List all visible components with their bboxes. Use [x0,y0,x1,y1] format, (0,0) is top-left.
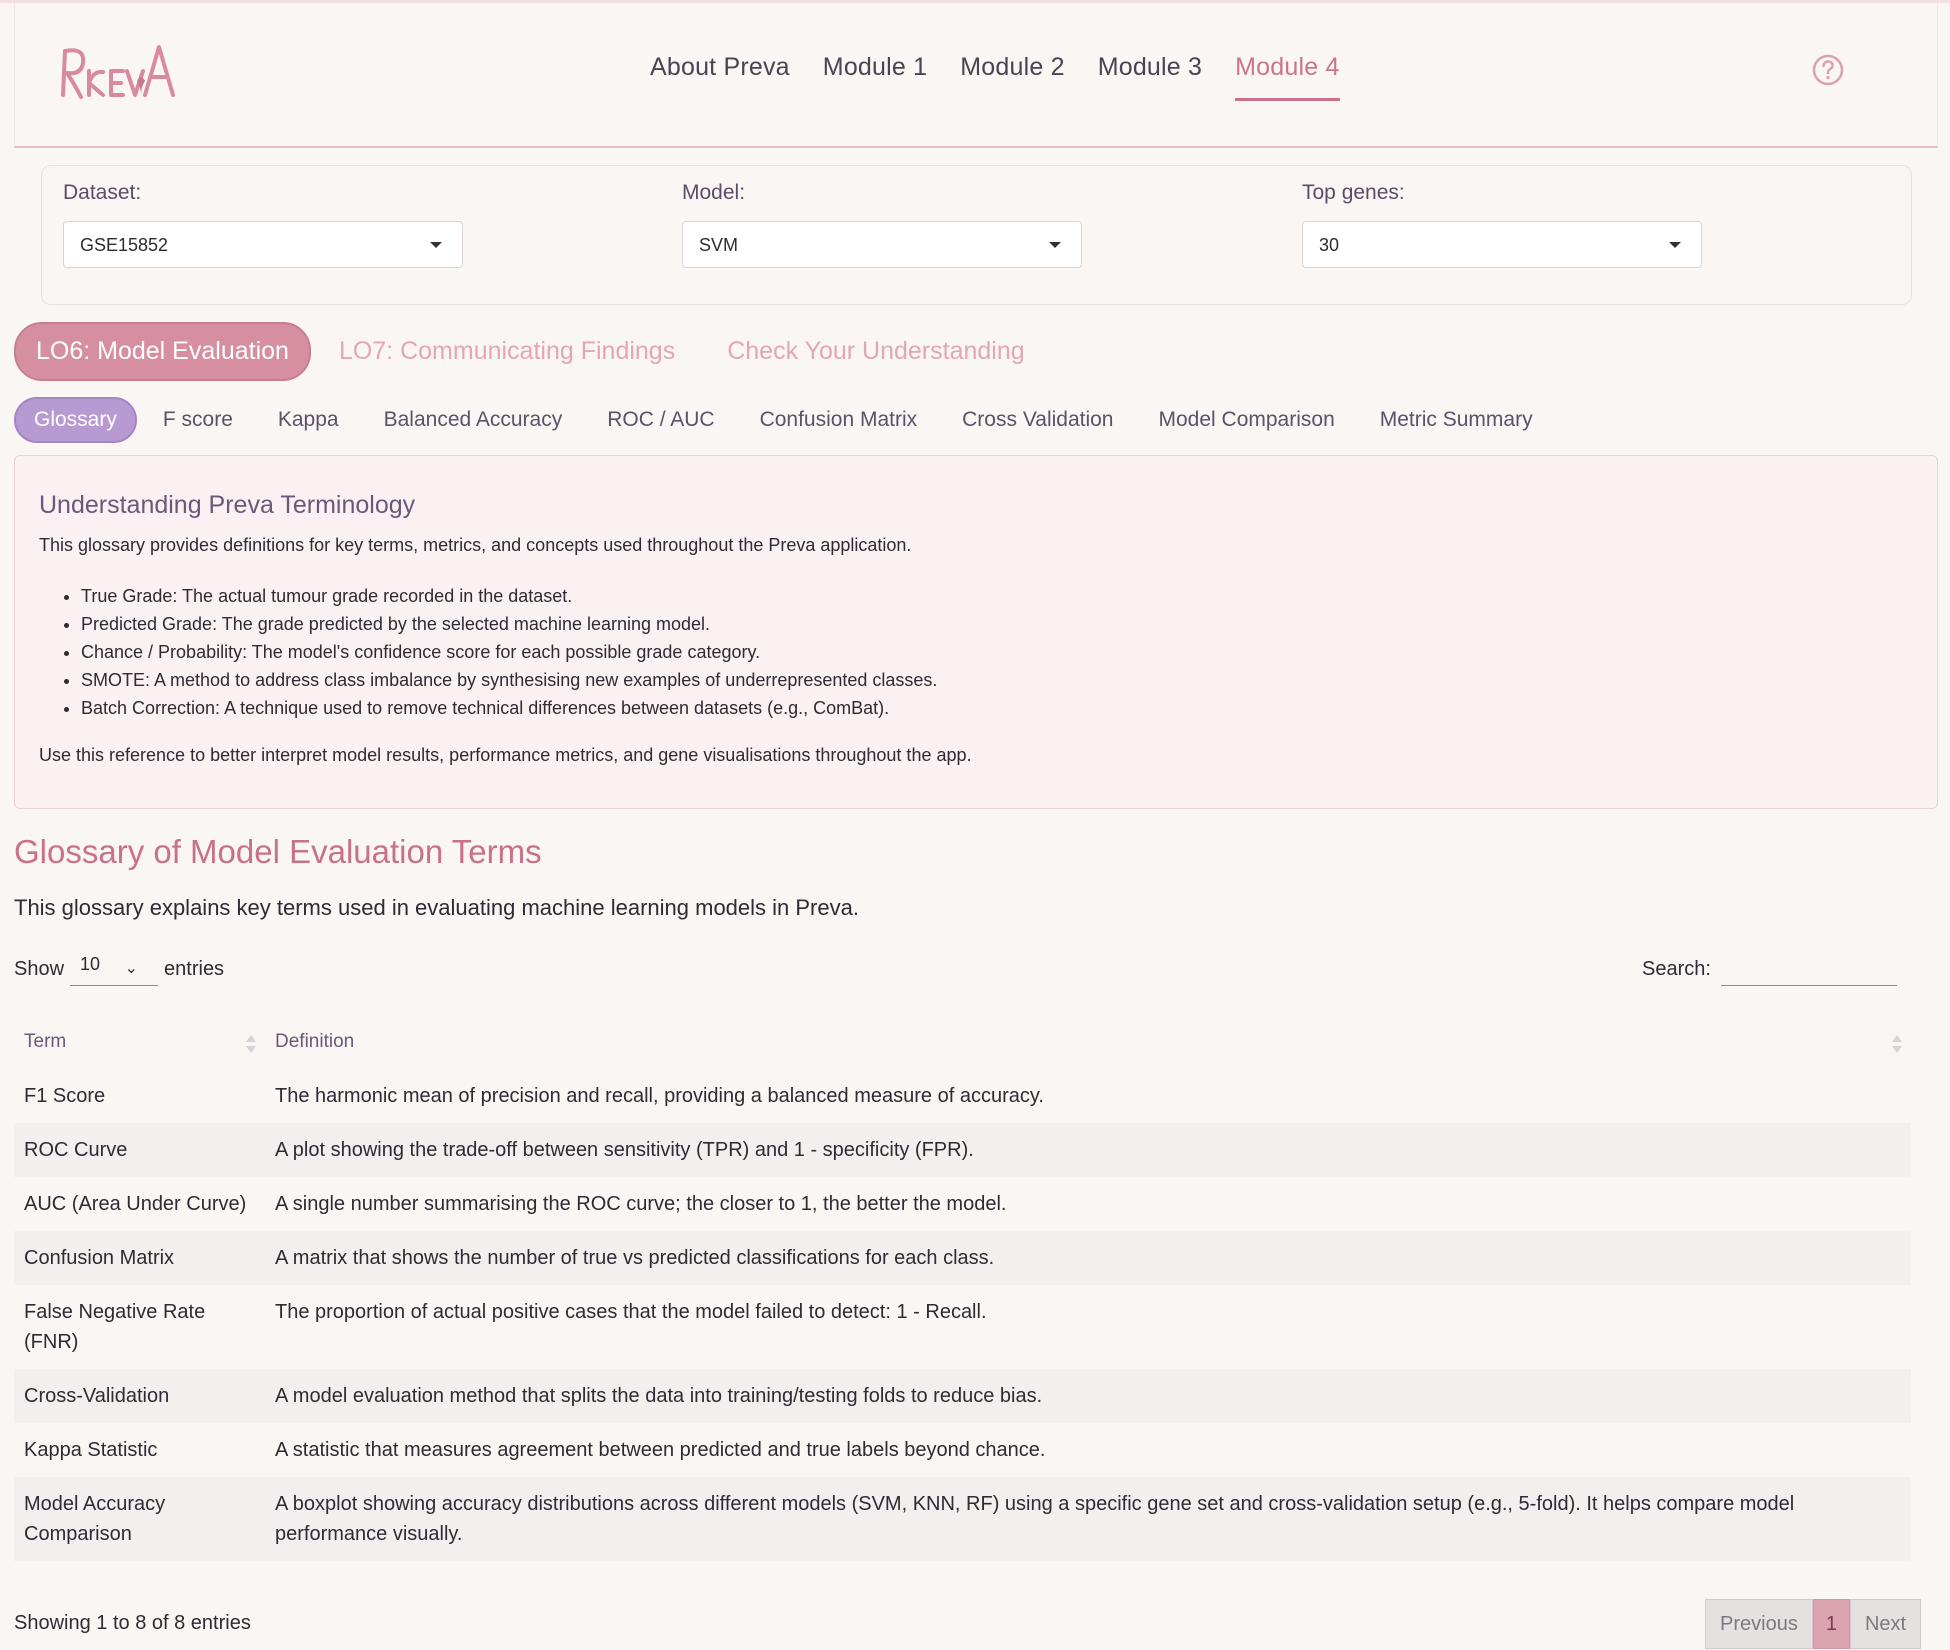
tab-cross-validation[interactable]: Cross Validation [962,408,1113,432]
list-item: Predicted Grade: The grade predicted by … [81,610,937,638]
glossary-description: This glossary explains key terms used in… [14,895,859,920]
tab-confusion-matrix[interactable]: Confusion Matrix [760,408,918,432]
term-header-label: Term [24,1031,67,1052]
term-column-header[interactable]: Term [14,1025,265,1069]
definition-cell: A plot showing the trade-off between sen… [265,1123,1911,1177]
list-item: Batch Correction: A technique used to re… [81,694,937,722]
terminology-panel: Understanding Preva Terminology This glo… [14,455,1938,809]
top-genes-value: 30 [1319,235,1340,255]
term-cell: Confusion Matrix [14,1231,265,1285]
table-row: Cross-Validation A model evaluation meth… [14,1369,1911,1423]
tab-metric-summary[interactable]: Metric Summary [1380,408,1533,432]
table-row: Model Accuracy Comparison A boxplot show… [14,1477,1911,1561]
model-value: SVM [699,235,739,255]
definition-column-header[interactable]: Definition [265,1025,1911,1069]
list-item: True Grade: The actual tumour grade reco… [81,582,937,610]
term-cell: AUC (Area Under Curve) [14,1177,265,1231]
entries-length-control: Show 10 ⌄ entries [14,952,224,986]
definition-cell: A boxplot showing accuracy distributions… [265,1477,1911,1561]
top-genes-select[interactable]: 30 [1302,221,1702,268]
sort-icon [246,1035,256,1053]
entries-value: 10 [80,954,101,974]
list-item: SMOTE: A method to address class imbalan… [81,666,937,694]
main-nav: About Preva Module 1 Module 2 Module 3 M… [650,53,1340,101]
list-item: Chance / Probability: The model's confid… [81,638,937,666]
caret-down-icon [1669,242,1681,248]
terminology-list: True Grade: The actual tumour grade reco… [81,582,937,722]
sort-icon [1892,1035,1902,1053]
definition-cell: A single number summarising the ROC curv… [265,1177,1911,1231]
tab-lo7-communicating-findings[interactable]: LO7: Communicating Findings [339,337,675,366]
app-header: About Preva Module 1 Module 2 Module 3 M… [14,3,1938,148]
nav-about-preva[interactable]: About Preva [650,53,790,101]
table-row: ROC Curve A plot showing the trade-off b… [14,1123,1911,1177]
definition-cell: A model evaluation method that splits th… [265,1369,1911,1423]
tab-roc-auc[interactable]: ROC / AUC [607,408,714,432]
top-genes-label: Top genes: [1302,181,1405,204]
definition-header-label: Definition [275,1031,355,1052]
logo-graphic [61,45,175,99]
table-row: Kappa Statistic A statistic that measure… [14,1423,1911,1477]
table-header-row: Term Definition [14,1025,1911,1069]
table-search: Search: [1642,952,1897,986]
term-cell: Cross-Validation [14,1369,265,1423]
chevron-down-icon: ⌄ [124,960,139,977]
nav-module-3[interactable]: Module 3 [1098,53,1202,101]
definition-cell: The proportion of actual positive cases … [265,1285,1911,1369]
model-label: Model: [682,181,746,204]
tab-balanced-accuracy[interactable]: Balanced Accuracy [384,408,563,432]
caret-down-icon [1049,242,1061,248]
dataset-filter: Dataset: GSE15852 [63,181,463,268]
sub-tabs: Glossary F score Kappa Balanced Accuracy… [14,397,1578,443]
page-1-button[interactable]: 1 [1812,1599,1850,1649]
search-label: Search: [1642,957,1711,980]
terminology-outro: Use this reference to better interpret m… [39,745,972,765]
tab-f-score[interactable]: F score [163,408,233,432]
pagination: Previous 1 Next [1705,1599,1922,1649]
dataset-select[interactable]: GSE15852 [63,221,463,268]
entries-select[interactable]: 10 ⌄ [70,952,159,986]
entries-label: entries [164,957,225,980]
tab-lo6-model-evaluation[interactable]: LO6: Model Evaluation [14,322,311,381]
nav-module-2[interactable]: Module 2 [960,53,1064,101]
definition-cell: A matrix that shows the number of true v… [265,1231,1911,1285]
previous-button[interactable]: Previous [1705,1599,1813,1649]
tab-kappa[interactable]: Kappa [278,408,339,432]
term-cell: F1 Score [14,1069,265,1123]
filter-panel: Dataset: GSE15852 Model: SVM Top genes: … [41,165,1912,305]
tab-glossary[interactable]: Glossary [14,397,137,443]
preva-logo[interactable] [55,41,185,106]
dataset-value: GSE15852 [80,235,169,255]
caret-down-icon [430,242,442,248]
tab-check-your-understanding[interactable]: Check Your Understanding [727,337,1024,366]
show-label: Show [14,957,65,980]
glossary-table: Term Definition F1 Score The harmonic me… [14,1025,1911,1561]
model-filter: Model: SVM [682,181,1082,268]
table-info: Showing 1 to 8 of 8 entries [14,1612,251,1634]
nav-module-4[interactable]: Module 4 [1235,53,1340,101]
table-row: False Negative Rate (FNR) The proportion… [14,1285,1911,1369]
dataset-label: Dataset: [63,181,142,204]
top-genes-filter: Top genes: 30 [1302,181,1702,268]
table-row: AUC (Area Under Curve) A single number s… [14,1177,1911,1231]
term-cell: Kappa Statistic [14,1423,265,1477]
definition-cell: A statistic that measures agreement betw… [265,1423,1911,1477]
model-select[interactable]: SVM [682,221,1082,268]
term-cell: Model Accuracy Comparison [14,1477,265,1561]
help-icon[interactable] [1811,53,1845,87]
search-input[interactable] [1720,952,1897,986]
table-row: F1 Score The harmonic mean of precision … [14,1069,1911,1123]
table-row: Confusion Matrix A matrix that shows the… [14,1231,1911,1285]
definition-cell: The harmonic mean of precision and recal… [265,1069,1911,1123]
terminology-intro: This glossary provides definitions for k… [39,535,912,555]
glossary-title: Glossary of Model Evaluation Terms [14,833,542,870]
terminology-title: Understanding Preva Terminology [39,491,416,519]
next-button[interactable]: Next [1849,1599,1922,1649]
lo-tabs: LO6: Model Evaluation LO7: Communicating… [14,322,1077,381]
term-cell: ROC Curve [14,1123,265,1177]
tab-model-comparison[interactable]: Model Comparison [1159,408,1335,432]
term-cell: False Negative Rate (FNR) [14,1285,265,1369]
nav-module-1[interactable]: Module 1 [823,53,927,101]
